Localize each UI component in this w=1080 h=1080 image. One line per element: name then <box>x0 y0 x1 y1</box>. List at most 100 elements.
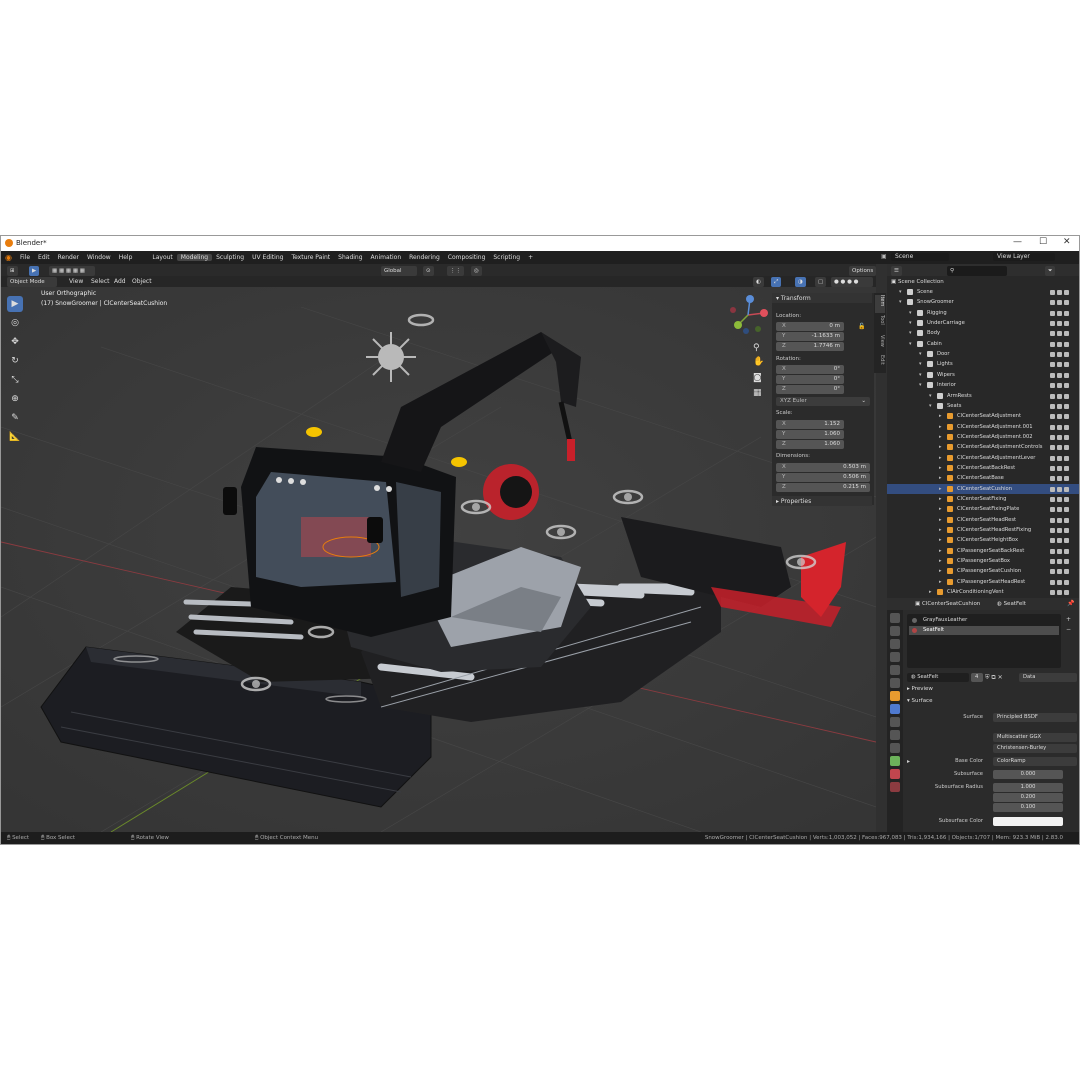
outliner-row[interactable]: ▸ ClCenterSeatAdjustmentControls <box>887 442 1079 452</box>
view-layer-tab-icon[interactable] <box>890 652 900 662</box>
menu-edit[interactable]: Edit <box>34 254 54 261</box>
editor-type-icon[interactable]: ⊞ <box>7 266 18 276</box>
visibility-toggles[interactable] <box>1048 413 1076 420</box>
data-tab-icon[interactable] <box>890 756 900 766</box>
maximize-button[interactable]: ☐ <box>1039 237 1047 247</box>
expand-icon[interactable]: ▸ <box>939 442 942 452</box>
expand-icon[interactable]: ▸ <box>939 411 942 421</box>
visibility-toggles[interactable] <box>1048 382 1076 389</box>
select-box-tool-icon[interactable]: ▶ <box>7 296 23 312</box>
outliner-row[interactable]: ▾ Rigging <box>887 308 1079 318</box>
expand-icon[interactable]: ▸ <box>939 577 942 587</box>
visibility-toggles[interactable] <box>1048 361 1076 368</box>
pivot-icon[interactable]: ⊙ <box>423 266 434 276</box>
scale-tool-icon[interactable]: ⤡ <box>7 372 23 388</box>
lock-icon[interactable]: 🔓 <box>858 323 865 330</box>
visibility-toggles[interactable] <box>1048 496 1076 502</box>
pan-hand-icon[interactable]: ✋ <box>753 357 764 367</box>
visibility-toggles[interactable] <box>1048 579 1076 585</box>
material-slot-selected[interactable]: SeatFelt <box>909 626 1059 635</box>
outliner-row[interactable]: ▸ ClCenterSeatFixing <box>887 494 1079 504</box>
visibility-toggles[interactable] <box>1048 424 1076 430</box>
distribution-select[interactable]: Multiscatter GGX <box>993 733 1077 742</box>
close-button[interactable]: ✕ <box>1063 237 1071 247</box>
expand-icon[interactable]: ▸ <box>939 525 942 535</box>
outliner-row[interactable]: ▸ ClCenterSeatAdjustment.001 <box>887 422 1079 432</box>
tab-texture-paint[interactable]: Texture Paint <box>287 254 334 261</box>
expand-icon[interactable]: ▸ <box>939 473 942 483</box>
rotation-mode-select[interactable]: XYZ Euler ⌄ <box>776 397 870 406</box>
camera-icon[interactable]: ◙ <box>753 373 762 383</box>
link-select[interactable]: Data <box>1019 673 1077 682</box>
tab-scripting[interactable]: Scripting <box>489 254 524 261</box>
outliner-editor-icon[interactable]: ☰ <box>891 266 902 276</box>
outliner-row[interactable]: ▸ ClCenterSeatAdjustment.002 <box>887 432 1079 442</box>
outliner-row[interactable]: ▾ Scene <box>887 287 1079 297</box>
material-tab-icon[interactable] <box>890 769 900 779</box>
subsurface-field[interactable]: 0.000 <box>993 770 1063 779</box>
render-tab-icon[interactable] <box>890 626 900 636</box>
expand-icon[interactable]: ▾ <box>909 308 912 318</box>
tab-shading[interactable]: Shading <box>334 254 366 261</box>
tab-tool[interactable]: Tool <box>875 315 885 333</box>
scale-x-field[interactable]: X 1.152 <box>776 420 844 429</box>
outliner-row[interactable]: ▸ ClCenterSeatCushion <box>887 483 1079 494</box>
pin-icon[interactable]: 📌 <box>1067 600 1074 607</box>
expand-icon[interactable]: ▸ <box>939 566 942 576</box>
xray-icon[interactable]: ▢ <box>815 277 827 287</box>
outliner-row[interactable]: ▸ ClPassengerSeatCushion <box>887 566 1079 576</box>
measure-tool-icon[interactable]: 📐 <box>7 429 23 445</box>
tab-rendering[interactable]: Rendering <box>405 254 444 261</box>
physics-tab-icon[interactable] <box>890 730 900 740</box>
transform-orientation[interactable]: Global <box>381 266 417 276</box>
transform-tool-icon[interactable]: ⊕ <box>7 391 23 407</box>
expand-icon[interactable]: ▾ <box>899 297 902 307</box>
proportional-icon[interactable]: ◎ <box>471 266 482 276</box>
outliner-row[interactable]: ▾ SnowGroomer <box>887 297 1079 307</box>
expand-icon[interactable]: ▸ <box>939 546 942 556</box>
visibility-toggles[interactable] <box>1048 320 1076 327</box>
mode-selector[interactable]: Object Mode <box>7 277 57 287</box>
location-z-field[interactable]: Z 1.7746 m <box>776 342 844 351</box>
outliner-row[interactable]: ▾ Body <box>887 328 1079 338</box>
scene-selector[interactable]: Scene <box>891 253 949 261</box>
expand-icon[interactable]: ▸ <box>939 484 942 494</box>
menu-window[interactable]: Window <box>83 254 115 261</box>
scale-z-field[interactable]: Z 1.060 <box>776 440 844 449</box>
texture-tab-icon[interactable] <box>890 782 900 792</box>
minimize-button[interactable]: — <box>1013 237 1022 247</box>
select-tool-icon[interactable]: ▶ <box>29 266 40 276</box>
outliner-row[interactable]: ▸ ClPassengerSeatBox <box>887 556 1079 566</box>
expand-icon[interactable]: ▸ <box>939 556 942 566</box>
zoom-icon[interactable]: ⚲ <box>753 343 760 353</box>
dimensions-z-field[interactable]: Z 0.215 m <box>776 483 870 492</box>
visibility-toggles[interactable] <box>1048 517 1076 523</box>
expand-icon[interactable]: ▾ <box>909 339 912 349</box>
add-slot-icon[interactable]: + <box>1066 616 1071 623</box>
location-y-field[interactable]: Y -1.1633 m <box>776 332 844 341</box>
expand-icon[interactable]: ▸ <box>939 504 942 514</box>
snap-icon[interactable]: ⋮⋮ <box>447 266 464 276</box>
overlay-icon[interactable]: ◑ <box>795 277 806 287</box>
transform-panel-title[interactable]: ▾ Transform <box>776 295 811 302</box>
menu-file[interactable]: File <box>16 254 34 261</box>
expand-icon[interactable]: ▸ <box>939 463 942 473</box>
visibility-icon[interactable]: ◐ <box>753 277 764 287</box>
expand-icon[interactable]: ▸ <box>939 432 942 442</box>
rotate-tool-icon[interactable]: ↻ <box>7 353 23 369</box>
visibility-toggles[interactable] <box>1048 455 1076 461</box>
visibility-toggles[interactable] <box>1048 444 1076 451</box>
expand-icon[interactable]: ▾ <box>929 401 932 411</box>
preview-panel-header[interactable]: ▸ Preview <box>907 686 933 692</box>
properties-panel-header[interactable]: ▸ Properties <box>776 498 811 505</box>
expand-icon[interactable]: ▸ <box>939 535 942 545</box>
expand-icon[interactable]: ▸ <box>939 453 942 463</box>
3d-viewport[interactable]: User Orthographic (17) SnowGroomer | ClC… <box>1 287 876 832</box>
expand-icon[interactable]: ▸ <box>939 494 942 504</box>
outliner-search-input[interactable]: ⚲ <box>947 266 1007 276</box>
visibility-toggles[interactable] <box>1048 299 1076 306</box>
visibility-toggles[interactable] <box>1048 568 1076 575</box>
material-name-field[interactable]: ◍ SeatFelt <box>907 673 969 682</box>
menu-help[interactable]: Help <box>115 254 137 261</box>
expand-icon[interactable]: ▸ <box>907 758 910 765</box>
